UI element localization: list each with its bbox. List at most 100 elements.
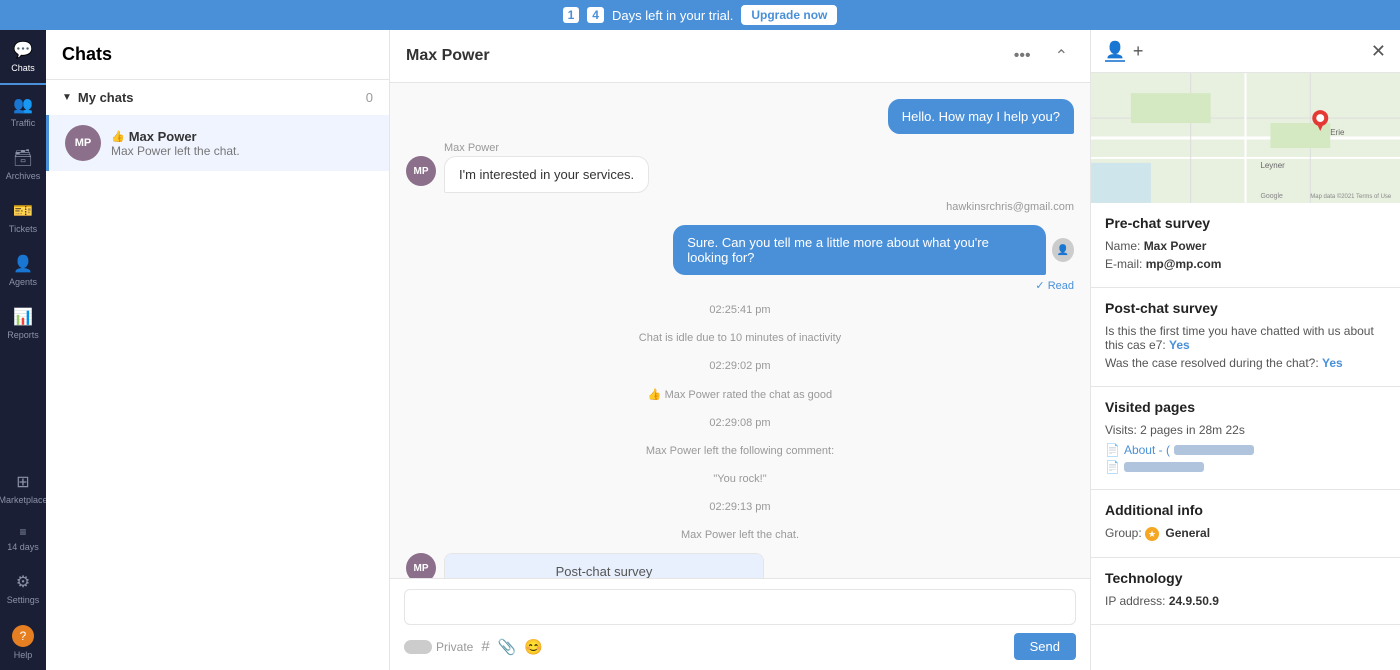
help-icon: ?	[12, 625, 34, 647]
svg-text:Erie: Erie	[1330, 128, 1345, 137]
message-input-placeholder	[404, 589, 1076, 625]
14days-label: 14 days	[7, 542, 39, 552]
sidebar-item-chats[interactable]: 💬 Chats	[0, 30, 46, 85]
system-message-time-4: 02:29:13 pm	[406, 497, 1074, 517]
post-chat-q1-row: Is this the first time you have chatted …	[1105, 324, 1386, 352]
send-button[interactable]: Send	[1014, 633, 1076, 660]
technology-section: Technology IP address: 24.9.50.9	[1091, 558, 1400, 625]
visits-text: Visits: 2 pages in 28m 22s	[1105, 423, 1386, 437]
chevron-down-icon: ▼	[62, 92, 72, 103]
post-chat-survey-section: Post-chat survey Is this the first time …	[1091, 288, 1400, 387]
map-svg: Leyner Erie Google Map data ©2021 Terms …	[1091, 73, 1400, 203]
private-toggle[interactable]: Private	[404, 640, 473, 654]
marketplace-icon: ⊞	[16, 472, 29, 492]
email-label: E-mail:	[1105, 257, 1142, 271]
upgrade-button[interactable]: Upgrade now	[741, 5, 837, 25]
post-chat-card: Post-chat survey Is this the first time …	[444, 553, 764, 578]
user-profile-tab[interactable]: 👤	[1105, 40, 1125, 62]
post-chat-q1: Is this the first time you have chatted …	[1105, 324, 1374, 352]
right-panel: 👤 + ✕ Leyner	[1090, 30, 1400, 670]
page-icon-1: 📄	[1105, 443, 1120, 457]
system-message-time-2: 02:29:02 pm	[406, 356, 1074, 376]
reports-label: Reports	[7, 330, 39, 340]
my-chats-section: ▼ My chats 0	[46, 80, 389, 115]
sidebar-item-reports[interactable]: 📊 Reports	[0, 297, 46, 350]
additional-info-title: Additional info	[1105, 502, 1386, 518]
tickets-label: Tickets	[9, 224, 37, 234]
pre-chat-name-row: Name: Max Power	[1105, 239, 1386, 253]
pre-chat-survey-section: Pre-chat survey Name: Max Power E-mail: …	[1091, 203, 1400, 288]
private-switch[interactable]	[404, 640, 432, 654]
chat-preview: Max Power left the chat.	[111, 144, 373, 158]
traffic-label: Traffic	[11, 118, 36, 128]
page-link-1: 📄 About - (	[1105, 443, 1386, 457]
incoming-sender-label: Max Power	[444, 142, 840, 154]
attachment-icon[interactable]: 📎	[498, 638, 517, 656]
group-value: General	[1165, 526, 1210, 540]
settings-label: Settings	[7, 595, 40, 605]
my-chats-title[interactable]: ▼ My chats	[62, 90, 134, 105]
right-panel-header: 👤 + ✕	[1091, 30, 1400, 73]
page-link-blur-1	[1174, 445, 1254, 455]
sidebar-item-archives[interactable]: 🗃 Archives	[0, 138, 46, 191]
chat-avatar: MP	[65, 125, 101, 161]
visited-pages-section: Visited pages Visits: 2 pages in 28m 22s…	[1091, 387, 1400, 490]
sidebar-item-settings[interactable]: ⚙ Settings	[0, 562, 46, 615]
system-message-time-1: 02:25:41 pm	[406, 300, 1074, 320]
more-options-button[interactable]: •••	[1008, 45, 1037, 67]
sidebar-item-14days[interactable]: ≡ 14 days	[0, 515, 46, 562]
post-chat-a2: Yes	[1322, 356, 1343, 370]
system-message-left: Max Power left the chat.	[406, 525, 1074, 545]
trial-badge-1: 1	[563, 7, 580, 23]
chat-info: 👍 Max Power Max Power left the chat.	[111, 129, 373, 158]
page-link-2: 📄	[1105, 460, 1386, 474]
system-message-quote: "You rock!"	[406, 469, 1074, 489]
ip-label: IP address:	[1105, 594, 1165, 608]
pre-chat-title: Pre-chat survey	[1105, 215, 1386, 231]
14days-icon: ≡	[19, 525, 26, 539]
group-label: Group:	[1105, 526, 1142, 540]
close-panel-button[interactable]: ✕	[1371, 41, 1386, 62]
ip-row: IP address: 24.9.50.9	[1105, 594, 1386, 608]
sidebar-item-agents[interactable]: 👤 Agents	[0, 244, 46, 297]
chats-icon: 💬	[13, 40, 33, 60]
scroll-up-button[interactable]: ⌃	[1049, 44, 1074, 68]
private-label: Private	[436, 640, 473, 654]
post-chat-q2-row: Was the case resolved during the chat?: …	[1105, 356, 1386, 370]
message-incoming-group: Max Power MP I'm interested in your serv…	[406, 142, 840, 193]
system-message-comment: Max Power left the following comment:	[406, 441, 1074, 461]
emoji-icon[interactable]: 😊	[524, 638, 543, 656]
sidebar-item-help[interactable]: ? Help	[0, 615, 46, 670]
group-row: Group: ★ General	[1105, 526, 1386, 541]
sidebar-item-tickets[interactable]: 🎫 Tickets	[0, 191, 46, 244]
chats-panel-title: Chats	[62, 44, 112, 64]
chat-name: 👍 Max Power	[111, 129, 373, 144]
archives-icon: 🗃	[13, 148, 33, 168]
chat-list-item[interactable]: MP 👍 Max Power Max Power left the chat.	[46, 115, 389, 171]
trial-badge-2: 4	[587, 7, 604, 23]
nav-sidebar: 💬 Chats 👥 Traffic 🗃 Archives 🎫 Tickets 👤…	[0, 30, 46, 670]
map-area: Leyner Erie Google Map data ©2021 Terms …	[1091, 73, 1400, 203]
add-tab-button[interactable]: +	[1133, 41, 1144, 62]
post-chat-title: Post-chat survey	[1105, 300, 1386, 316]
chat-header: Max Power ••• ⌃	[390, 30, 1090, 83]
incoming-avatar: MP	[406, 156, 436, 186]
read-text: ✓ Read	[1035, 279, 1074, 292]
post-chat-message-group: MP Post-chat survey Is this the first ti…	[406, 553, 1074, 578]
name-value: Max Power	[1144, 239, 1207, 253]
sidebar-item-marketplace[interactable]: ⊞ Marketplace	[0, 462, 46, 515]
svg-text:Leyner: Leyner	[1260, 161, 1285, 170]
chat-count: 0	[366, 90, 373, 105]
settings-icon: ⚙	[16, 572, 30, 592]
group-badge-icon: ★	[1145, 527, 1159, 541]
pre-chat-email-row: E-mail: mp@mp.com	[1105, 257, 1386, 271]
sender-email: hawkinsrchris@gmail.com	[406, 201, 1074, 213]
technology-title: Technology	[1105, 570, 1386, 586]
email-value: mp@mp.com	[1146, 257, 1222, 271]
sidebar-item-traffic[interactable]: 👥 Traffic	[0, 85, 46, 138]
chats-panel-header: Chats	[46, 30, 389, 80]
message-outgoing: Hello. How may I help you?	[888, 99, 1074, 134]
chat-main: Max Power ••• ⌃ Hello. How may I help yo…	[390, 30, 1090, 670]
hashtag-icon[interactable]: #	[481, 638, 489, 655]
system-message-rated: 👍 Max Power rated the chat as good	[406, 384, 1074, 405]
